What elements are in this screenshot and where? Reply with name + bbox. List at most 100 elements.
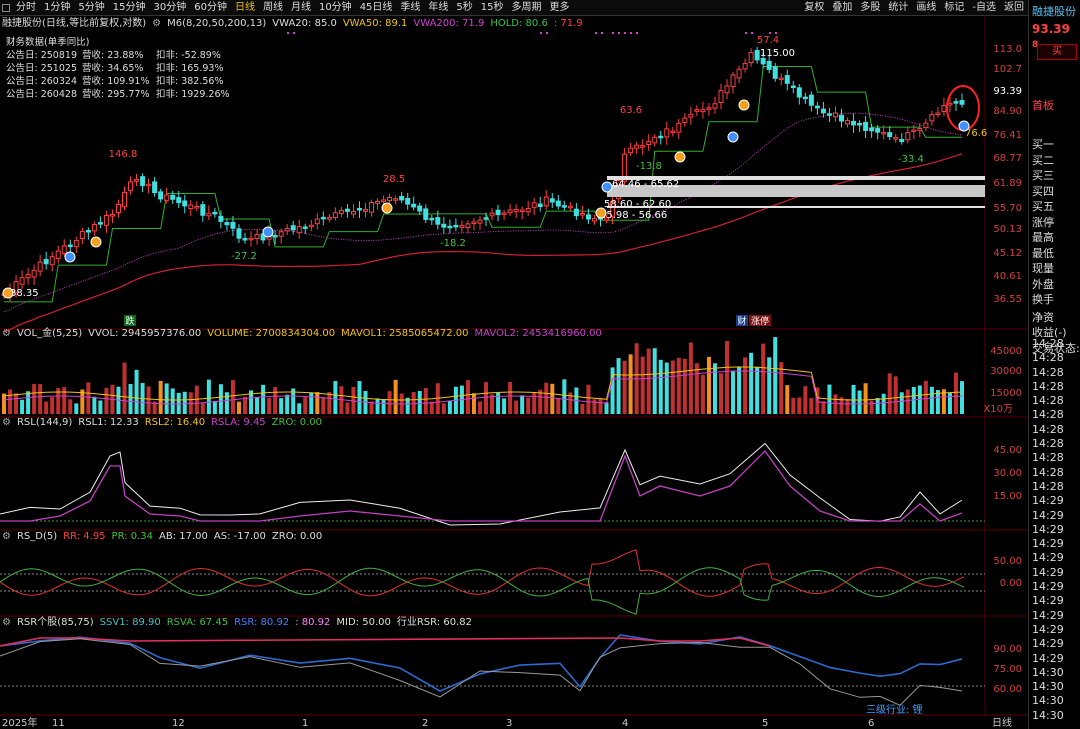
candle-body <box>688 113 694 118</box>
volume-bar <box>44 401 49 414</box>
tab-period[interactable]: 30分钟 <box>149 0 190 16</box>
tab-period[interactable]: 分时 <box>12 0 40 16</box>
candle-body <box>356 207 362 211</box>
tab-period[interactable]: 5秒 <box>452 0 476 16</box>
candle-body <box>808 94 814 106</box>
volume-bar <box>718 373 723 414</box>
volume-bar <box>429 401 434 414</box>
tab-period[interactable]: 60分钟 <box>190 0 231 16</box>
volume-bar <box>164 383 169 414</box>
quote-field: 买一 <box>1032 138 1054 151</box>
legend-item: VOL_金(5,25) <box>16 328 83 339</box>
tab-tool[interactable]: 叠加 <box>828 0 856 16</box>
candle-body <box>284 227 290 232</box>
tab-tool[interactable]: 返回 <box>1000 0 1028 16</box>
volume-bar <box>520 395 525 414</box>
candle-body <box>91 223 97 232</box>
volume-bar <box>929 386 934 414</box>
candle-body <box>935 112 941 116</box>
candle-body <box>724 85 730 94</box>
volume-bar <box>761 343 766 414</box>
tab-period[interactable]: 1分钟 <box>40 0 74 16</box>
quote-field: 最高 <box>1032 231 1054 244</box>
tab-tool[interactable]: 统计 <box>884 0 912 16</box>
candle-body <box>212 211 218 215</box>
volume-bar <box>369 401 374 414</box>
signal-marker <box>262 226 274 238</box>
tab-period[interactable]: 15分钟 <box>109 0 150 16</box>
tab-period[interactable]: 年线 <box>424 0 452 16</box>
chart-label: 58.60 - 62.60 <box>604 199 671 210</box>
candle-body <box>176 197 182 204</box>
tab-tool[interactable]: 画线 <box>912 0 940 16</box>
candle-body <box>543 196 549 207</box>
candle-body <box>851 120 857 126</box>
candle-body <box>923 122 929 129</box>
volume-bar <box>809 398 814 414</box>
volume-bar <box>321 397 326 414</box>
volume-bar <box>381 399 386 414</box>
tab-period[interactable]: 月线 <box>287 0 315 16</box>
shoubo-label: 首板 <box>1032 99 1054 112</box>
tab-tool[interactable]: 多股 <box>856 0 884 16</box>
volume-bar <box>905 389 910 414</box>
candle-body <box>381 199 387 202</box>
candle-body <box>760 57 766 65</box>
candle-body <box>917 127 923 131</box>
settings-icon[interactable]: ⚙ <box>2 416 11 429</box>
candle-body <box>459 224 465 228</box>
candle-body <box>387 197 393 202</box>
volume-bar <box>411 392 416 414</box>
window-icon <box>2 3 10 12</box>
candle-body <box>832 112 838 118</box>
settings-icon[interactable]: ⚙ <box>2 530 11 543</box>
candle-body <box>845 120 851 125</box>
tab-period[interactable]: 10分钟 <box>315 0 356 16</box>
volume-bar <box>731 370 736 414</box>
tab-tool[interactable]: 复权 <box>800 0 828 16</box>
volume-bar <box>845 399 850 414</box>
volume-bar <box>465 380 470 414</box>
tab-period[interactable]: 15秒 <box>477 0 508 16</box>
volume-bar <box>622 360 627 414</box>
quote-field: 买二 <box>1032 153 1054 167</box>
settings-icon[interactable]: ⚙ <box>2 616 11 629</box>
candle-body <box>495 209 501 216</box>
tab-period[interactable]: 45日线 <box>356 0 397 16</box>
quote-field: 买四 <box>1032 184 1054 198</box>
volume-bar <box>92 396 97 414</box>
industry-rsr-line <box>0 638 963 706</box>
tab-tool[interactable]: -自选 <box>968 0 1000 16</box>
vol-axis-label: 45000 <box>990 346 1022 357</box>
signal-marker <box>595 207 607 219</box>
legend-item: ZRO: 0.00 <box>271 417 322 428</box>
tab-period[interactable]: 季线 <box>396 0 424 16</box>
stock-name: 融捷股份 <box>1032 5 1076 18</box>
volume-bar <box>658 359 663 414</box>
tab-period[interactable]: 日线 <box>231 0 259 16</box>
tab-period[interactable]: 5分钟 <box>74 0 108 16</box>
vol-unit-label: X10万 <box>983 404 1013 415</box>
volume-bar <box>32 383 37 414</box>
candle-body <box>694 109 700 112</box>
tab-tool[interactable]: 标记 <box>940 0 968 16</box>
rsd-axis-label: 0.00 <box>1000 578 1022 589</box>
candle-body <box>525 208 531 213</box>
volume-bar <box>767 357 772 414</box>
candle-body <box>194 205 200 209</box>
settings-icon[interactable]: ⚙ <box>2 327 11 340</box>
signal-marker <box>958 120 970 132</box>
volume-bar <box>315 392 320 414</box>
tick-time: 14:29 <box>1032 637 1064 651</box>
volume-bar <box>333 381 338 414</box>
volume-bar <box>2 393 6 414</box>
kline-chart[interactable]: 146.828.563.657.4115.0038.35-27.2-18.2-1… <box>0 16 1028 729</box>
volume-bar <box>387 391 392 414</box>
tab-period[interactable]: 周线 <box>259 0 287 16</box>
tab-period[interactable]: 多周期 <box>508 0 546 16</box>
buy-button[interactable]: 买 <box>1037 44 1077 60</box>
tab-period[interactable]: 更多 <box>546 0 574 16</box>
signal-dot <box>751 32 753 34</box>
quote-field: 外盘 <box>1032 277 1054 291</box>
legend-item: RSR: 80.92 <box>234 617 290 628</box>
